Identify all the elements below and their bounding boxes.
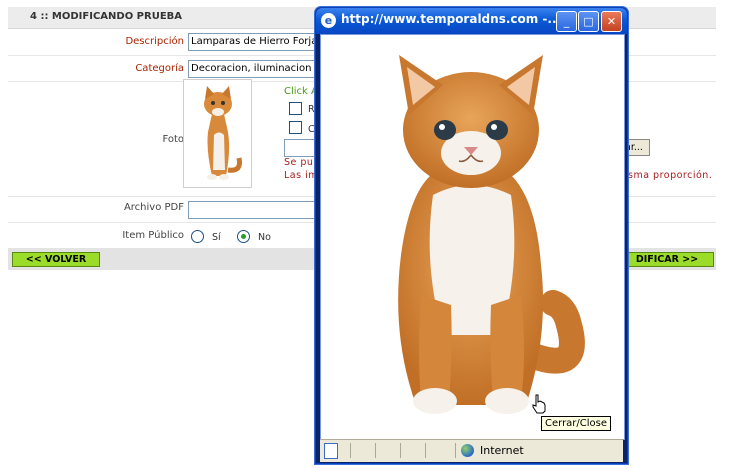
description-label: Descripción bbox=[125, 36, 184, 47]
maximize-button[interactable]: □ bbox=[578, 11, 599, 32]
ie-icon: e bbox=[321, 13, 336, 28]
note-tail: sma proporción. bbox=[628, 170, 713, 181]
back-button[interactable]: << VOLVER bbox=[12, 252, 100, 267]
file-input[interactable] bbox=[284, 139, 318, 157]
description-input[interactable]: Lamparas de Hierro Forjad bbox=[188, 33, 318, 51]
close-button[interactable]: ✕ bbox=[601, 11, 622, 32]
category-input[interactable]: Decoracion, iluminacion bbox=[188, 60, 318, 78]
close-tooltip: Cerrar/Close bbox=[541, 416, 612, 431]
security-zone-text: Internet bbox=[480, 444, 524, 457]
popup-title: http://www.temporaldns.com -... bbox=[341, 12, 562, 26]
option-r-label: R bbox=[308, 104, 315, 115]
status-divider bbox=[425, 443, 426, 458]
status-divider bbox=[400, 443, 401, 458]
public-yes-label: Sí bbox=[212, 232, 221, 243]
status-divider bbox=[455, 443, 456, 458]
form-title: 4 :: MODIFICANDO PRUEBA bbox=[30, 11, 183, 22]
hand-cursor-icon bbox=[531, 394, 547, 417]
thumbnail-kitten-image bbox=[204, 86, 242, 180]
public-no-radio[interactable] bbox=[237, 230, 250, 243]
public-yes-radio[interactable] bbox=[191, 230, 204, 243]
option-c-label: C bbox=[308, 124, 315, 135]
kitten-image[interactable] bbox=[321, 35, 624, 439]
popup-content[interactable]: Cerrar/Close bbox=[320, 34, 625, 440]
popup-window: e http://www.temporaldns.com -... _ □ ✕ bbox=[315, 7, 628, 464]
pdf-input[interactable] bbox=[188, 201, 318, 219]
category-label: Categoría bbox=[135, 63, 184, 74]
option-c-checkbox[interactable] bbox=[289, 121, 302, 134]
note-line-2: Las im bbox=[284, 170, 318, 181]
status-divider bbox=[350, 443, 351, 458]
public-no-label: No bbox=[258, 232, 271, 243]
photo-thumbnail[interactable] bbox=[183, 79, 252, 188]
page-icon bbox=[324, 443, 338, 459]
minimize-button[interactable]: _ bbox=[556, 11, 577, 32]
internet-zone-icon bbox=[461, 444, 474, 457]
popup-title-bar[interactable]: e http://www.temporaldns.com -... _ □ ✕ bbox=[316, 8, 627, 34]
public-label: Item Público bbox=[122, 230, 184, 241]
option-r-checkbox[interactable] bbox=[289, 102, 302, 115]
modify-button[interactable]: DIFICAR >> bbox=[620, 252, 714, 267]
status-bar: Internet bbox=[320, 439, 623, 462]
pdf-label: Archivo PDF bbox=[123, 202, 184, 213]
photo-label: Foto bbox=[162, 134, 184, 145]
note-line-1: Se pu bbox=[284, 157, 314, 168]
status-divider bbox=[375, 443, 376, 458]
